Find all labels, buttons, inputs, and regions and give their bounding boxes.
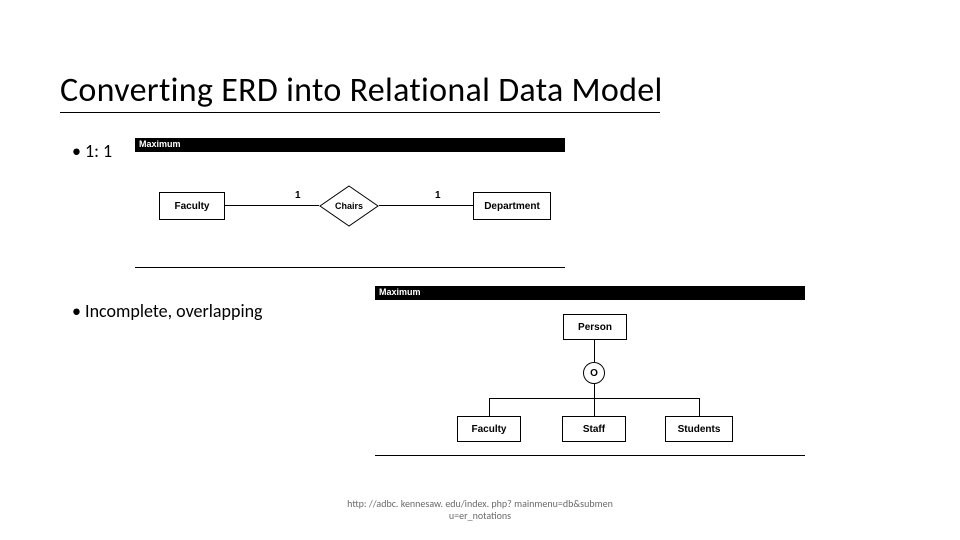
entity-sub-students: Students: [665, 416, 733, 442]
title-underline: [60, 112, 660, 113]
panel-header-2: Maximum: [375, 286, 805, 300]
connector-right: [379, 205, 473, 206]
slide-title: Converting ERD into Relational Data Mode…: [60, 70, 663, 111]
entity-faculty: Faculty: [159, 192, 225, 220]
relationship-label: Chairs: [319, 185, 379, 227]
connector-sub2: [594, 398, 595, 416]
relationship-chairs: Chairs: [319, 185, 379, 227]
erd-panel-1to1: Maximum Faculty 1 Chairs 1 Department: [135, 138, 565, 268]
bullet-1to1: 1: 1: [72, 140, 112, 162]
connector-left: [225, 205, 319, 206]
connector-circle-down: [594, 384, 595, 398]
connector-sub3: [699, 398, 700, 416]
connector-sub1: [489, 398, 490, 416]
footer-line2: u=er_notations: [449, 509, 511, 522]
cardinality-left: 1: [295, 190, 301, 201]
panel-header-1: Maximum: [135, 138, 565, 152]
entity-sub-faculty: Faculty: [457, 416, 521, 442]
footer-citation: http: //adbc. kennesaw. edu/index. php? …: [0, 498, 960, 522]
constraint-circle: O: [583, 362, 605, 384]
entity-sub-staff: Staff: [562, 416, 626, 442]
bullet-incomplete-overlapping: Incomplete, overlapping: [72, 300, 263, 322]
entity-person: Person: [563, 314, 627, 340]
erd-panel-generalization: Maximum Person O Faculty Staff Students: [375, 286, 805, 456]
entity-department: Department: [473, 192, 551, 220]
cardinality-right: 1: [435, 190, 441, 201]
connector-super: [594, 340, 595, 362]
